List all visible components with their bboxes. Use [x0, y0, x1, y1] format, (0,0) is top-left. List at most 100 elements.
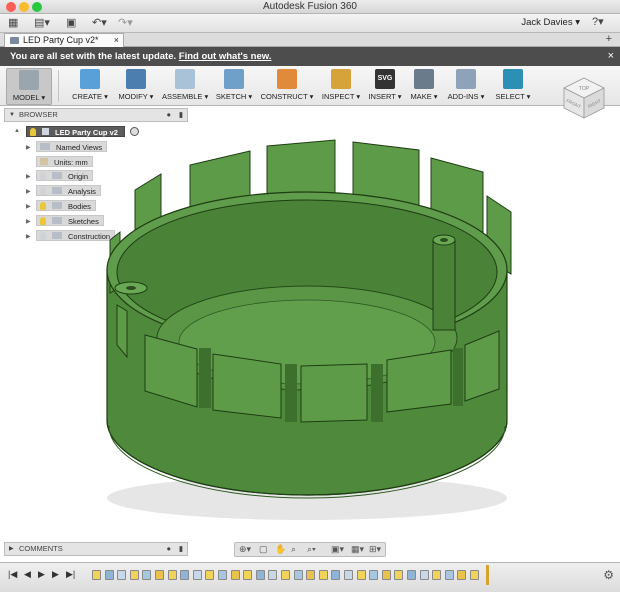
expand-triangle-icon[interactable]: ▶ — [9, 543, 14, 555]
display-settings-icon[interactable]: ▣▾ — [331, 544, 344, 555]
construct-menu-button[interactable]: CONSTRUCT ▾ — [260, 68, 314, 105]
timeline-feature-icon[interactable] — [142, 570, 152, 580]
toolbar-label: SKETCH ▾ — [215, 92, 253, 101]
visibility-bulb-icon[interactable] — [40, 217, 46, 225]
browser-item-bodies[interactable]: Bodies — [36, 200, 96, 211]
expand-triangle-icon[interactable]: ▶ — [26, 188, 31, 195]
led-party-cup-model[interactable] — [95, 120, 525, 530]
expand-triangle-icon[interactable]: ▶ — [26, 218, 31, 225]
timeline-feature-icon[interactable] — [407, 570, 416, 580]
close-tab-icon[interactable]: × — [114, 34, 119, 46]
timeline-feature-icon[interactable] — [318, 570, 328, 580]
inspect-menu-button[interactable]: INSPECT ▾ — [320, 68, 362, 105]
timeline-feature-icon[interactable] — [92, 570, 101, 580]
undo-icon[interactable]: ↶▾ — [92, 17, 107, 30]
timeline-feature-icon[interactable] — [293, 570, 303, 580]
timeline-feature-icon[interactable] — [331, 570, 341, 580]
assemble-menu-button[interactable]: ASSEMBLE ▾ — [162, 68, 208, 105]
timeline-feature-icon[interactable] — [281, 570, 290, 580]
go-to-end-icon[interactable]: ▶| — [66, 569, 75, 580]
timeline-feature-icon[interactable] — [104, 570, 114, 580]
timeline-feature-icon[interactable] — [419, 570, 429, 580]
make-menu-button[interactable]: MAKE ▾ — [408, 68, 440, 105]
select-menu-button[interactable]: SELECT ▾ — [494, 68, 532, 105]
timeline-feature-icon[interactable] — [129, 570, 139, 580]
timeline-feature-icon[interactable] — [117, 570, 127, 580]
timeline-feature-icon[interactable] — [180, 570, 190, 580]
banner-close-icon[interactable]: × — [608, 47, 614, 66]
timeline-feature-icon[interactable] — [306, 570, 316, 580]
timeline-feature-icon[interactable] — [432, 570, 442, 580]
item-label: Units: mm — [54, 158, 88, 167]
create-menu-button[interactable]: CREATE ▾ — [70, 68, 110, 105]
browser-title: BROWSER — [19, 110, 58, 119]
timeline-feature-icon[interactable] — [243, 570, 253, 580]
timeline-feature-icon[interactable] — [268, 570, 278, 580]
whats-new-link[interactable]: Find out what's new. — [179, 51, 272, 62]
timeline-feature-icon[interactable] — [356, 570, 366, 580]
comments-options-icon[interactable]: ● — [166, 543, 171, 555]
timeline-feature-icon[interactable] — [369, 570, 379, 580]
play-icon[interactable]: ▶ — [38, 569, 45, 580]
timeline-feature-icon[interactable] — [167, 570, 177, 580]
timeline-marker[interactable] — [486, 565, 489, 585]
browser-item-units[interactable]: Units: mm — [36, 156, 93, 167]
viewcube-top-label[interactable]: TOP — [579, 86, 590, 92]
timeline-feature-icon[interactable] — [230, 570, 240, 580]
visibility-bulb-icon[interactable] — [40, 172, 46, 180]
visibility-bulb-icon[interactable] — [40, 202, 46, 210]
file-menu-icon[interactable]: ▤▾ — [34, 17, 50, 30]
timeline-feature-icon[interactable] — [344, 570, 353, 580]
document-tab[interactable]: LED Party Cup v2* × — [4, 33, 124, 47]
visibility-bulb-icon[interactable] — [40, 232, 46, 240]
grid-settings-icon[interactable]: ▦▾ — [351, 544, 364, 555]
view-cube[interactable]: TOP FRONT RIGHT — [560, 74, 608, 122]
browser-item-sketches[interactable]: Sketches — [36, 215, 104, 226]
expand-triangle-icon[interactable]: ▲ — [14, 128, 20, 134]
step-forward-icon[interactable]: ▶ — [52, 569, 59, 580]
zoom-icon[interactable]: ⌕ — [291, 544, 296, 555]
visibility-bulb-icon[interactable] — [30, 128, 36, 136]
timeline-feature-icon[interactable] — [155, 570, 164, 580]
expand-triangle-icon[interactable]: ▶ — [26, 144, 31, 151]
timeline-settings-icon[interactable]: ⚙ — [603, 568, 614, 582]
orbit-icon[interactable]: ⊕▾ — [239, 544, 251, 555]
redo-icon[interactable]: ↷▾ — [118, 17, 133, 30]
browser-item-origin[interactable]: Origin — [36, 170, 94, 181]
step-back-icon[interactable]: ◀ — [24, 569, 31, 580]
model-workspace-button[interactable]: MODEL ▾ — [6, 68, 52, 105]
timeline-feature-icon[interactable] — [218, 570, 227, 580]
look-at-icon[interactable]: ▢ — [259, 544, 268, 555]
expand-triangle-icon[interactable]: ▶ — [26, 203, 31, 210]
viewports-icon[interactable]: ⊞▾ — [369, 544, 381, 555]
addins-menu-button[interactable]: ADD-INS ▾ — [444, 68, 488, 105]
save-icon[interactable]: ▣ — [66, 17, 76, 30]
collapse-triangle-icon[interactable]: ▼ — [9, 109, 15, 121]
sketch-menu-button[interactable]: SKETCH ▾ — [214, 68, 254, 105]
modify-menu-button[interactable]: MODIFY ▾ — [116, 68, 156, 105]
expand-triangle-icon[interactable]: ▶ — [26, 233, 31, 240]
timeline-feature-icon[interactable] — [457, 570, 467, 580]
timeline-feature-icon[interactable] — [255, 570, 265, 580]
timeline-feature-icon[interactable] — [205, 570, 215, 580]
go-to-start-icon[interactable]: |◀ — [8, 569, 17, 580]
user-menu[interactable]: Jack Davies ▾ — [521, 17, 580, 28]
fit-icon[interactable]: ⌕▾ — [307, 544, 316, 555]
comments-collapse-icon[interactable]: ▮ — [179, 543, 183, 555]
browser-item-analysis[interactable]: Analysis — [36, 185, 101, 196]
toolbar-label: SELECT ▾ — [495, 92, 531, 101]
folder-icon — [52, 217, 62, 224]
pan-icon[interactable]: ✋ — [275, 544, 286, 555]
new-tab-icon[interactable]: + — [606, 33, 612, 45]
visibility-bulb-icon[interactable] — [40, 187, 46, 195]
insert-menu-button[interactable]: SVG INSERT ▾ — [366, 68, 404, 105]
expand-triangle-icon[interactable]: ▶ — [26, 173, 31, 180]
timeline-feature-icon[interactable] — [192, 570, 202, 580]
timeline-feature-icon[interactable] — [470, 570, 479, 580]
timeline-feature-icon[interactable] — [394, 570, 404, 580]
help-icon[interactable]: ?▾ — [592, 16, 604, 29]
comments-panel-header[interactable]: ▶ COMMENTS ● ▮ — [4, 542, 188, 556]
timeline-feature-icon[interactable] — [444, 570, 454, 580]
apps-grid-icon[interactable]: ▦ — [8, 17, 18, 30]
timeline-feature-icon[interactable] — [381, 570, 391, 580]
